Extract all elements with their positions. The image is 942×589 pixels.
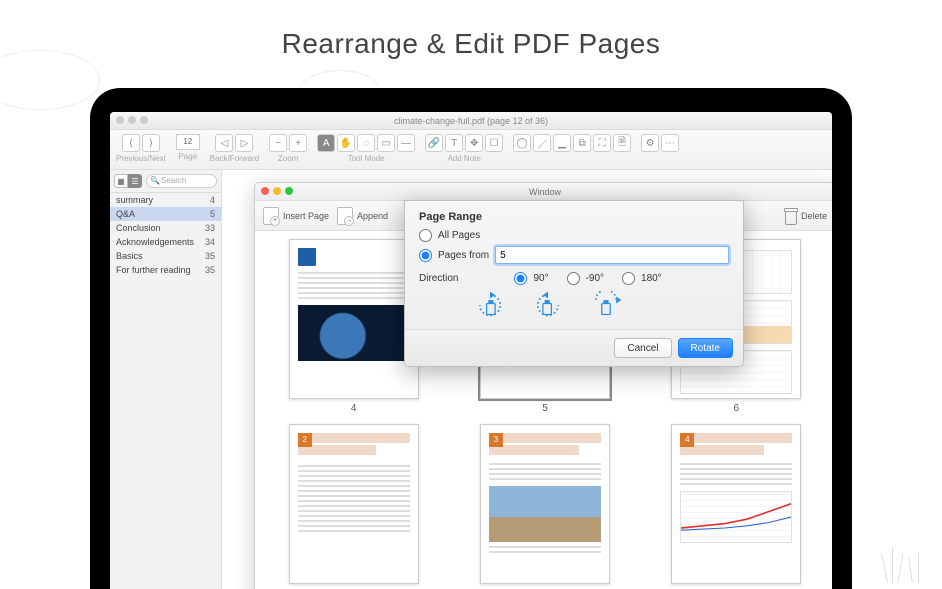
forward-button[interactable]: ▷ <box>235 134 253 152</box>
thumbnail-view-icon[interactable]: ▦ <box>114 174 128 188</box>
link-icon[interactable]: 🔗 <box>425 134 443 152</box>
outline-view-icon[interactable]: ☰ <box>128 174 142 188</box>
prev-page-button[interactable]: ⟨ <box>122 134 140 152</box>
tool-crop[interactable]: ▭ <box>377 134 395 152</box>
append-button[interactable]: Append <box>337 207 388 225</box>
tool-shape-icon[interactable]: ◯ <box>513 134 531 152</box>
dir-90-radio[interactable] <box>514 272 527 285</box>
hero-title: Rearrange & Edit PDF Pages <box>0 0 942 78</box>
tool-divider: — <box>397 134 415 152</box>
thumbnail-cell[interactable]: 4 9 <box>652 424 821 589</box>
page-number-field[interactable]: 12 <box>176 134 200 150</box>
zoom-icon[interactable] <box>285 187 293 195</box>
zoom-out-button[interactable]: − <box>269 134 287 152</box>
dialog-title: Page Range <box>419 211 729 223</box>
thumb-window-controls[interactable] <box>261 187 293 195</box>
tool-line-icon[interactable]: ／ <box>533 134 551 152</box>
toolmode-label: Tool Mode <box>348 154 385 163</box>
zoom-in-button[interactable]: + <box>289 134 307 152</box>
tool-screenshot-icon[interactable]: ⧉ <box>573 134 591 152</box>
tool-doc-icon[interactable]: 🗎 <box>613 134 631 152</box>
thumbnail-page[interactable]: 4 <box>671 424 801 584</box>
sidebar-item-conclusion[interactable]: Conclusion33 <box>110 221 221 235</box>
insert-page-icon <box>263 207 279 225</box>
dir-neg90-radio[interactable] <box>567 272 580 285</box>
backforward-label: Back/Forward <box>210 154 259 163</box>
append-icon <box>337 207 353 225</box>
tool-hand[interactable]: ✋ <box>337 134 355 152</box>
delete-button[interactable]: Delete <box>783 207 827 225</box>
thumbnail-page[interactable]: 2 <box>289 424 419 584</box>
thumbnail-page[interactable] <box>289 239 419 399</box>
cancel-button[interactable]: Cancel <box>614 338 671 358</box>
prevnext-label: Previous/Next <box>116 154 166 163</box>
minimize-icon[interactable] <box>273 187 281 195</box>
all-pages-label: All Pages <box>438 230 480 241</box>
sidebar: ▦☰ Search summary4 Q&A5 Conclusion33 Ack… <box>110 170 222 589</box>
outline-list: summary4 Q&A5 Conclusion33 Acknowledgeme… <box>110 193 221 277</box>
rotate-button[interactable]: Rotate <box>678 338 733 358</box>
rotate-cw-icon <box>473 291 507 321</box>
thumbnail-cell[interactable]: 2 7 <box>269 424 438 589</box>
sidebar-item-basics[interactable]: Basics35 <box>110 249 221 263</box>
monitor-bezel: climate-change-full.pdf (page 12 of 36) … <box>90 88 852 589</box>
insert-page-button[interactable]: Insert Page <box>263 207 329 225</box>
zoom-label: Zoom <box>278 154 298 163</box>
pages-from-input[interactable] <box>495 246 729 264</box>
close-icon[interactable] <box>261 187 269 195</box>
sidebar-item-further[interactable]: For further reading35 <box>110 263 221 277</box>
tool-lasso[interactable]: ◌ <box>357 134 375 152</box>
thumbnail-number: 6 <box>734 403 740 414</box>
thumbnail-number: 5 <box>542 403 548 414</box>
rotate-ccw-icon <box>531 291 565 321</box>
thumb-window-title: Window <box>529 187 561 197</box>
sidebar-item-qa[interactable]: Q&A5 <box>110 207 221 221</box>
back-button[interactable]: ◁ <box>215 134 233 152</box>
tool-text-select[interactable]: A <box>317 134 335 152</box>
tool-fullscreen-icon[interactable]: ⛶ <box>593 134 611 152</box>
thumb-titlebar: Window <box>255 183 832 201</box>
search-input[interactable]: Search <box>146 174 217 188</box>
app-title: climate-change-full.pdf (page 12 of 36) <box>394 116 548 126</box>
app-titlebar: climate-change-full.pdf (page 12 of 36) <box>110 112 832 130</box>
rotate-180-icon <box>589 291 623 321</box>
app-screen: climate-change-full.pdf (page 12 of 36) … <box>110 112 832 589</box>
thumbnail-cell[interactable]: 3 8 <box>460 424 629 589</box>
window-controls[interactable] <box>116 116 148 124</box>
sidebar-view-toggle[interactable]: ▦☰ <box>114 174 142 188</box>
thumbnail-number: 4 <box>351 403 357 414</box>
direction-label: Direction <box>419 273 458 284</box>
trash-icon <box>783 207 797 225</box>
note-sticky-icon[interactable]: ☐ <box>485 134 503 152</box>
pages-from-label: Pages from <box>438 250 489 261</box>
more-icon[interactable]: ⋯ <box>661 134 679 152</box>
page-label: Page <box>178 152 197 161</box>
note-anchor-icon[interactable]: ✥ <box>465 134 483 152</box>
next-page-button[interactable]: ⟩ <box>142 134 160 152</box>
note-textbox-icon[interactable]: T <box>445 134 463 152</box>
all-pages-radio[interactable] <box>419 229 432 242</box>
tool-highlight-icon[interactable]: ▁ <box>553 134 571 152</box>
dir-180-radio[interactable] <box>622 272 635 285</box>
sidebar-item-ack[interactable]: Acknowledgements34 <box>110 235 221 249</box>
page-range-dialog: Page Range All Pages Pages from Directio… <box>404 200 744 367</box>
thumbnail-page[interactable]: 3 <box>480 424 610 584</box>
addnote-label: Add Note <box>447 154 480 163</box>
settings-icon[interactable]: ⚙ <box>641 134 659 152</box>
sidebar-item-summary[interactable]: summary4 <box>110 193 221 207</box>
pages-from-radio[interactable] <box>419 249 432 262</box>
app-toolbar: ⟨ ⟩ Previous/Next 12 Page ◁ ▷ Back/Forwa… <box>110 130 832 170</box>
